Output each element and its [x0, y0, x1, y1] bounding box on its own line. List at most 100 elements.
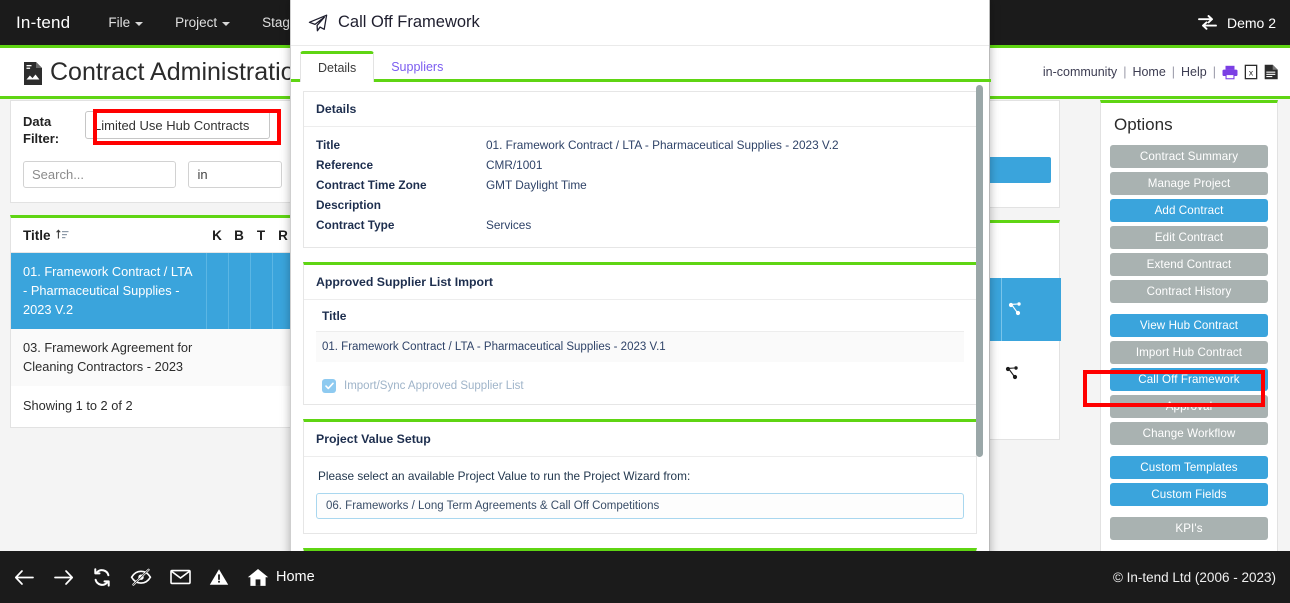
left-panel: Data Filter: Limited Use Hub Contracts S…	[10, 100, 295, 428]
option-group-gap	[1110, 510, 1268, 517]
detail-value: GMT Daylight Time	[486, 178, 587, 192]
option-button-approval: Approval	[1110, 395, 1268, 418]
detail-key: Reference	[316, 158, 486, 172]
page-title: Contract Administration	[0, 58, 308, 87]
search-field-select[interactable]: in	[188, 161, 282, 188]
import-sync-checkbox-row[interactable]: Import/Sync Approved Supplier List	[304, 370, 976, 404]
modal-scrollbar[interactable]	[976, 85, 983, 457]
contracts-table-body: 01. Framework Contract / LTA - Pharmaceu…	[11, 253, 294, 387]
option-button-contract-summary: Contract Summary	[1110, 145, 1268, 168]
modal-title: Call Off Framework	[338, 13, 480, 32]
import-sync-checkbox[interactable]	[322, 379, 336, 393]
row-cell-k[interactable]	[206, 253, 228, 330]
detail-row: Title01. Framework Contract / LTA - Phar…	[316, 135, 964, 155]
home-button[interactable]: Home	[247, 568, 315, 587]
row-cell-b[interactable]	[228, 329, 250, 386]
checkmark-icon	[325, 382, 334, 390]
modal-tabs: Details Suppliers	[291, 46, 989, 82]
column-header-b[interactable]: B	[228, 218, 250, 253]
options-button-list: Contract Summary Manage Project Add Contra…	[1110, 145, 1268, 540]
data-filter-select[interactable]: Limited Use Hub Contracts	[85, 111, 270, 139]
detail-value: Services	[486, 218, 531, 232]
column-header-t[interactable]: T	[250, 218, 272, 253]
option-button-view-hub-contract[interactable]: View Hub Contract	[1110, 314, 1268, 337]
table-row[interactable]: 01. Framework Contract / LTA - Pharmaceu…	[11, 253, 294, 330]
option-group-gap	[1110, 307, 1268, 314]
forward-arrow-icon[interactable]	[53, 569, 74, 586]
data-filter-row: Data Filter: Limited Use Hub Contracts	[23, 111, 282, 147]
row-cell-k[interactable]	[206, 329, 228, 386]
details-section-heading: Details	[304, 92, 976, 127]
breadcrumb-link-in-community[interactable]: in-community	[1043, 65, 1117, 79]
bottom-toolbar: Home © In-tend Ltd (2006 - 2023)	[0, 551, 1290, 603]
eye-slash-icon[interactable]	[130, 568, 152, 586]
envelope-icon[interactable]	[170, 569, 191, 585]
column-divider	[1001, 278, 1002, 341]
sort-ascending-icon	[56, 229, 69, 241]
back-arrow-icon[interactable]	[14, 569, 35, 586]
contracts-table-head: Title K B T R	[11, 218, 294, 253]
column-title-label: Title	[23, 228, 51, 243]
application-window: In-tend File Project Stage Demo 2	[0, 0, 1290, 603]
option-button-add-contract[interactable]: Add Contract	[1110, 199, 1268, 222]
breadcrumb-separator: |	[1172, 65, 1175, 79]
supplier-import-section: Approved Supplier List Import Title 01. …	[303, 262, 977, 405]
option-button-call-off-framework[interactable]: Call Off Framework	[1110, 368, 1268, 391]
row-cell-t[interactable]	[250, 253, 272, 330]
row-cell-t[interactable]	[250, 329, 272, 386]
word-export-icon[interactable]	[1264, 64, 1278, 80]
search-row: Search... in	[23, 161, 282, 188]
column-header-k[interactable]: K	[206, 218, 228, 253]
supplier-column-title: Title	[316, 300, 964, 332]
modal-header: Call Off Framework	[291, 0, 989, 46]
chevron-down-icon	[135, 22, 143, 26]
home-button-label: Home	[276, 569, 315, 585]
breadcrumb-link-home[interactable]: Home	[1132, 65, 1165, 79]
import-sync-checkbox-label: Import/Sync Approved Supplier List	[344, 380, 524, 392]
table-row[interactable]: 03. Framework Agreement for Cleaning Con…	[11, 329, 294, 386]
filter-card: Data Filter: Limited Use Hub Contracts S…	[10, 100, 295, 203]
option-button-custom-templates[interactable]: Custom Templates	[1110, 456, 1268, 479]
detail-row: Description	[316, 195, 964, 215]
print-icon[interactable]	[1222, 65, 1238, 80]
call-off-framework-modal: Call Off Framework Details Suppliers Det…	[290, 0, 990, 603]
detail-key: Contract Type	[316, 218, 486, 232]
menu-file[interactable]: File	[92, 0, 159, 45]
detail-value: 01. Framework Contract / LTA - Pharmaceu…	[486, 138, 839, 152]
detail-value: CMR/1001	[486, 158, 542, 172]
detail-key: Contract Time Zone	[316, 178, 486, 192]
option-button-change-workflow: Change Workflow	[1110, 422, 1268, 445]
breadcrumb-link-help[interactable]: Help	[1181, 65, 1207, 79]
tab-suppliers[interactable]: Suppliers	[374, 51, 460, 82]
excel-export-icon[interactable]: x	[1244, 64, 1258, 80]
options-heading: Options	[1110, 111, 1268, 145]
contracts-table: Title K B T R	[11, 218, 294, 386]
contract-document-icon	[22, 61, 44, 86]
project-value-select[interactable]: 06. Frameworks / Long Term Agreements & …	[316, 493, 964, 519]
app-brand-logo[interactable]: In-tend	[0, 13, 92, 33]
pagination-summary: Showing 1 to 2 of 2	[11, 386, 294, 427]
row-cell-b[interactable]	[228, 253, 250, 330]
menu-project[interactable]: Project	[159, 0, 246, 45]
detail-row: Contract TypeServices	[316, 215, 964, 235]
details-section: Details Title01. Framework Contract / LT…	[303, 91, 977, 248]
warning-triangle-icon[interactable]	[209, 568, 229, 586]
breadcrumb: in-community | Home | Help | x	[1043, 64, 1278, 80]
row-title: 01. Framework Contract / LTA - Pharmaceu…	[11, 253, 206, 330]
paper-plane-icon	[308, 14, 328, 32]
menu-project-label: Project	[175, 15, 217, 30]
account-switcher[interactable]: Demo 2	[1198, 15, 1290, 31]
table-header-row: Title K B T R	[11, 218, 294, 253]
refresh-icon[interactable]	[92, 568, 112, 587]
column-header-title[interactable]: Title	[11, 218, 206, 253]
search-input[interactable]: Search...	[23, 161, 176, 188]
project-value-instruction: Please select an available Project Value…	[316, 467, 964, 493]
chevron-down-icon	[222, 22, 230, 26]
account-name: Demo 2	[1227, 15, 1276, 31]
tab-details[interactable]: Details	[300, 51, 374, 82]
hub-contract-icon	[1004, 365, 1020, 381]
modal-body: Details Title01. Framework Contract / LT…	[291, 82, 989, 553]
option-button-custom-fields[interactable]: Custom Fields	[1110, 483, 1268, 506]
option-button-kpi-s: KPI's	[1110, 517, 1268, 540]
option-button-manage-project: Manage Project	[1110, 172, 1268, 195]
